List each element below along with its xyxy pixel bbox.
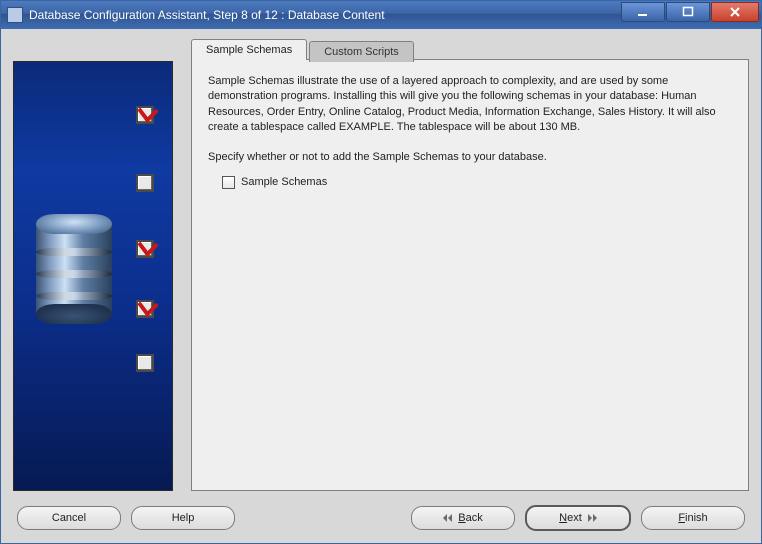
chevron-right-icon (588, 514, 597, 522)
wizard-window: Database Configuration Assistant, Step 8… (0, 0, 762, 544)
step-indicator-5 (136, 354, 154, 372)
tab-content: Sample Schemas illustrate the use of a l… (191, 59, 749, 491)
button-label: Finish (678, 512, 707, 524)
close-button[interactable] (711, 2, 759, 22)
chevron-left-icon (443, 514, 452, 522)
finish-button[interactable]: Finish (641, 506, 745, 530)
step-indicator-2 (136, 174, 154, 192)
minimize-button[interactable] (621, 2, 665, 22)
content-row: Sample Schemas Custom Scripts Sample Sch… (13, 39, 749, 491)
description-text: Sample Schemas illustrate the use of a l… (208, 74, 732, 136)
button-label: Cancel (52, 512, 86, 524)
step-indicator-3 (136, 240, 154, 258)
button-label: Help (172, 512, 195, 524)
back-button[interactable]: Back (411, 506, 515, 530)
main-panel: Sample Schemas Custom Scripts Sample Sch… (191, 39, 749, 491)
prompt-text: Specify whether or not to add the Sample… (208, 150, 732, 165)
wizard-buttons: Cancel Help Back Next Finish (13, 491, 749, 533)
tab-custom-scripts[interactable]: Custom Scripts (309, 41, 414, 62)
help-button[interactable]: Help (131, 506, 235, 530)
window-title: Database Configuration Assistant, Step 8… (29, 8, 620, 22)
wizard-banner (13, 61, 173, 491)
database-cylinder-icon (36, 214, 112, 324)
maximize-button[interactable] (666, 2, 710, 22)
wizard-body: Sample Schemas Custom Scripts Sample Sch… (1, 29, 761, 543)
button-label: Back (458, 512, 482, 524)
window-controls (620, 1, 761, 29)
close-icon (729, 6, 741, 18)
sample-schemas-option: Sample Schemas (222, 175, 732, 190)
tab-sample-schemas[interactable]: Sample Schemas (191, 39, 307, 60)
cancel-button[interactable]: Cancel (17, 506, 121, 530)
next-button[interactable]: Next (525, 505, 631, 531)
checkbox-label: Sample Schemas (241, 175, 327, 190)
step-indicator-4 (136, 300, 154, 318)
tab-label: Sample Schemas (206, 44, 292, 56)
minimize-icon (637, 6, 649, 18)
titlebar: Database Configuration Assistant, Step 8… (1, 1, 761, 29)
tab-strip: Sample Schemas Custom Scripts (191, 39, 749, 60)
app-icon (7, 7, 23, 23)
sample-schemas-checkbox[interactable] (222, 176, 235, 189)
button-label: Next (559, 512, 582, 524)
maximize-icon (682, 6, 694, 18)
step-indicator-1 (136, 106, 154, 124)
tab-label: Custom Scripts (324, 46, 399, 58)
